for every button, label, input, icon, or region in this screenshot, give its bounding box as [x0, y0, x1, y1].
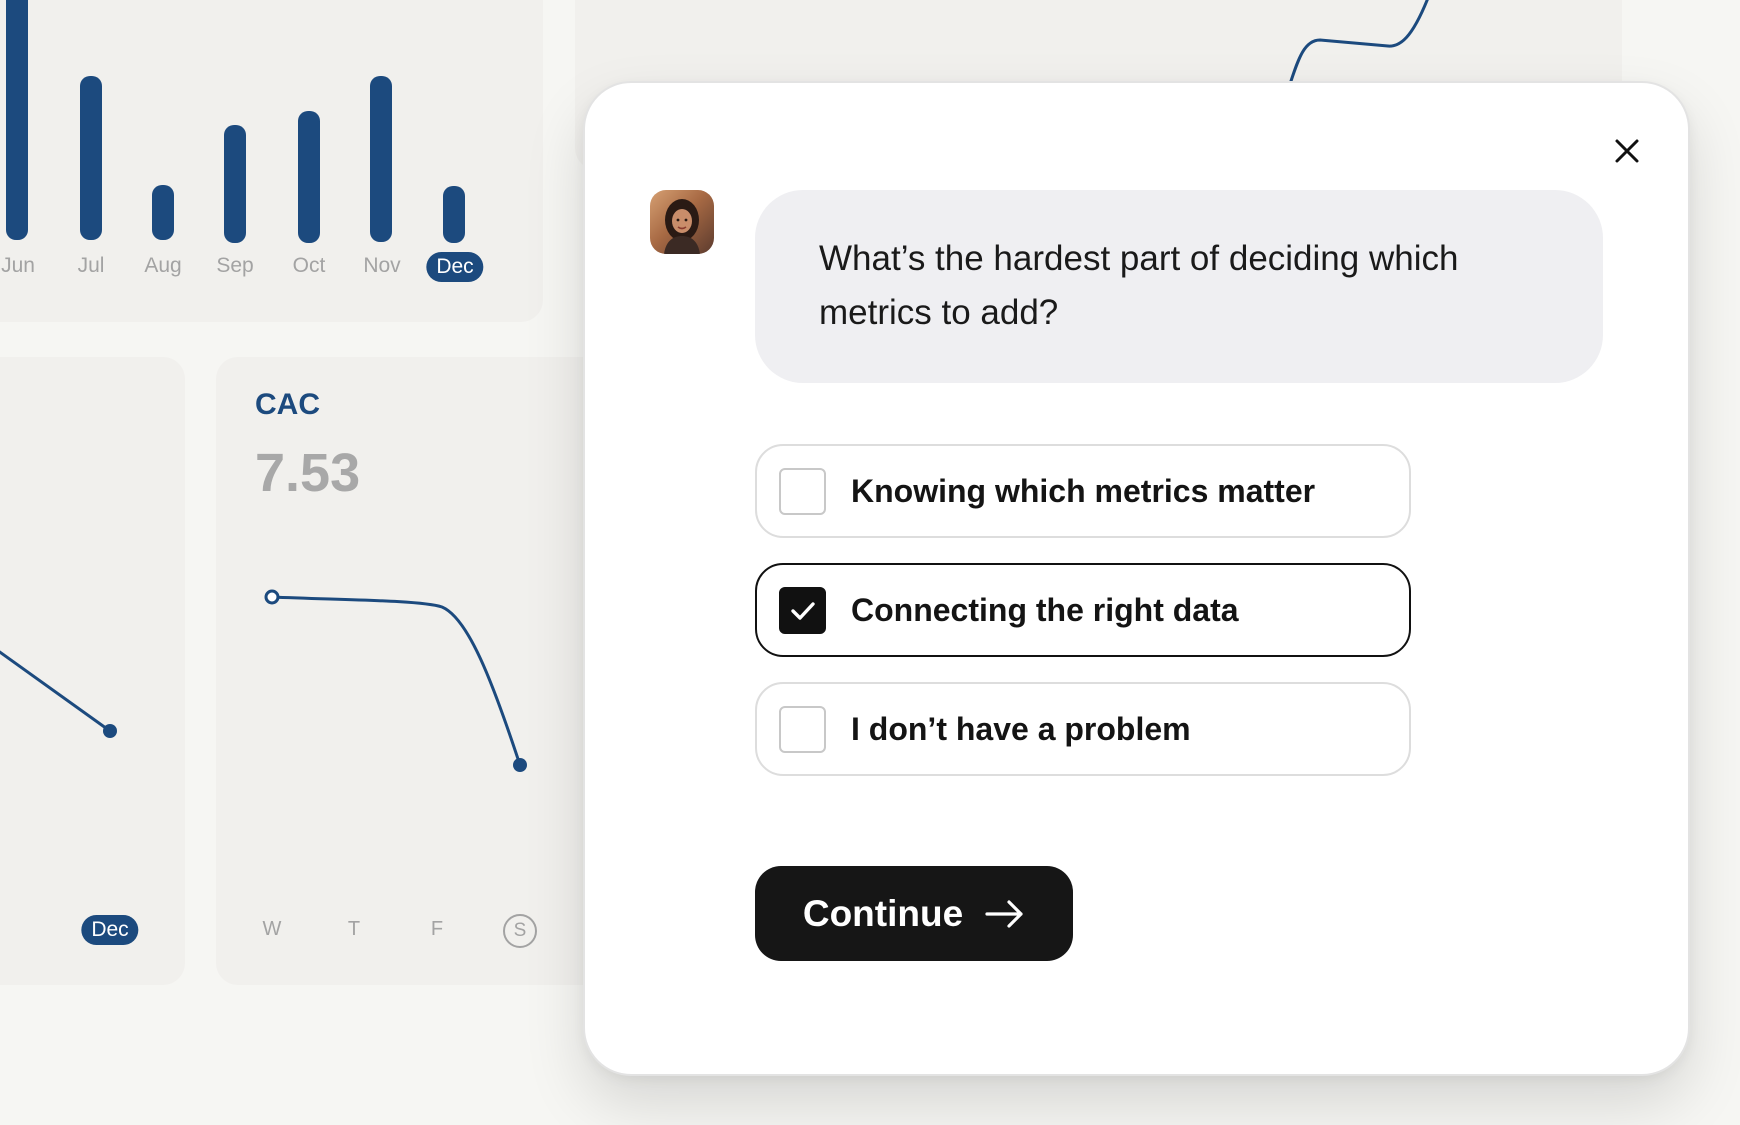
month-label-sep: Sep	[216, 254, 254, 277]
question-bubble: What’s the hardest part of deciding whic…	[755, 190, 1603, 383]
bar-nov	[370, 76, 392, 242]
cac-value: 7.53	[255, 443, 361, 503]
arrow-right-icon	[985, 899, 1023, 928]
cac-point-end	[513, 758, 527, 772]
option-2-checkbox[interactable]	[779, 587, 826, 634]
person-avatar-icon	[664, 199, 700, 254]
left-card-dec-pill[interactable]: Dec	[81, 915, 139, 945]
bar-aug	[152, 185, 174, 240]
option-2-label: Connecting the right data	[851, 592, 1239, 628]
monthly-bars	[6, 0, 465, 243]
bar-oct	[298, 111, 320, 243]
month-label-jun: Jun	[1, 254, 35, 277]
bar-jul	[80, 76, 102, 240]
question-text: What’s the hardest part of deciding whic…	[819, 239, 1459, 332]
day-label-s-selected[interactable]: S	[503, 914, 537, 948]
bar-sep	[224, 125, 246, 243]
option-3-label: I don’t have a problem	[851, 711, 1191, 747]
trend-point-left	[103, 724, 117, 738]
month-label-dec-selected[interactable]: Dec	[426, 252, 484, 282]
close-button[interactable]	[1597, 121, 1657, 181]
day-label-f: F	[430, 918, 444, 940]
option-3-checkbox[interactable]	[779, 706, 826, 753]
avatar	[650, 190, 714, 254]
bar-jun	[6, 0, 28, 240]
month-label-aug: Aug	[144, 254, 182, 277]
continue-label: Continue	[802, 892, 964, 934]
option-1-label: Knowing which metrics matter	[851, 473, 1316, 509]
cac-title: CAC	[255, 388, 320, 421]
check-icon	[790, 601, 815, 620]
option-1-checkbox[interactable]	[779, 468, 826, 515]
day-label-w: W	[262, 918, 282, 940]
cac-line	[271, 595, 522, 766]
option-no-problem[interactable]: I don’t have a problem	[755, 682, 1411, 776]
month-label-oct: Oct	[292, 254, 326, 277]
survey-dialog: What’s the hardest part of deciding whic…	[583, 81, 1690, 1076]
option-knowing-which-metrics[interactable]: Knowing which metrics matter	[755, 444, 1411, 538]
trend-line-top	[1288, 0, 1429, 85]
cac-point-start	[264, 589, 280, 605]
continue-button[interactable]: Continue	[755, 866, 1073, 961]
close-icon	[1615, 139, 1639, 163]
bar-dec	[443, 186, 465, 243]
day-label-t: T	[347, 918, 361, 940]
month-label-jul: Jul	[77, 254, 105, 277]
month-label-nov: Nov	[363, 254, 401, 277]
option-connecting-data[interactable]: Connecting the right data	[755, 563, 1411, 657]
trend-line-left	[0, 650, 111, 733]
